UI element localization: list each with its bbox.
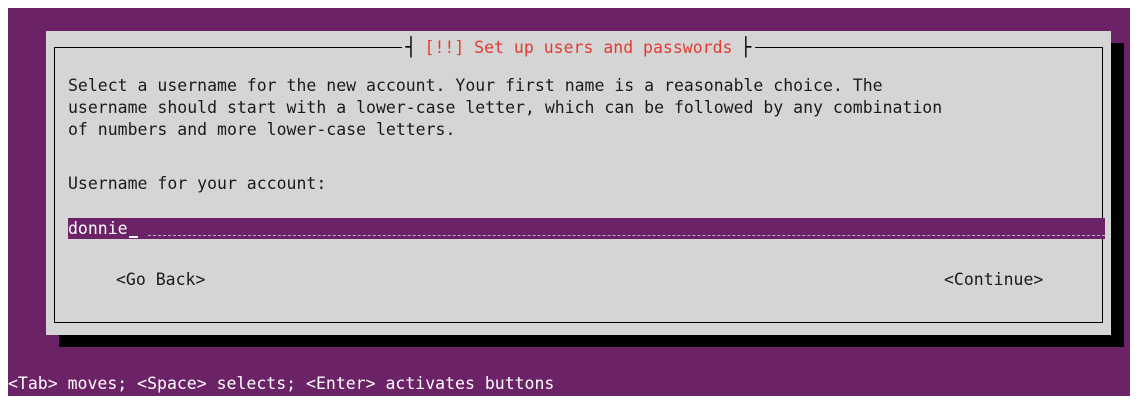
text-cursor (128, 236, 138, 238)
username-value: donnie (68, 219, 128, 238)
dialog-description: Select a username for the new account. Y… (68, 75, 1098, 141)
username-input[interactable]: donnie (68, 218, 1105, 239)
username-field-label: Username for your account: (68, 174, 327, 193)
title-right-cap: ├ (740, 37, 752, 58)
setup-users-dialog: ┤ [!!] Set up users and passwords ├ Select… (46, 31, 1111, 335)
installer-screen: ┤ [!!] Set up users and passwords ├ Select… (8, 8, 1130, 396)
description-line: Select a username for the new account. Y… (68, 76, 883, 95)
keyboard-hint: <Tab> moves; <Space> selects; <Enter> ac… (8, 374, 555, 393)
dialog-title: [!!] Set up users and passwords (424, 38, 733, 57)
input-fill-underline (148, 235, 1105, 236)
description-line: username should start with a lower-case … (68, 98, 943, 117)
dialog-title-wrap: ┤ [!!] Set up users and passwords ├ (401, 35, 756, 61)
go-back-button[interactable]: <Go Back> (116, 269, 205, 291)
dialog-title-bar: ┤ [!!] Set up users and passwords ├ (46, 35, 1111, 61)
title-left-cap: ┤ (405, 37, 417, 58)
description-line: of numbers and more lower-case letters. (68, 120, 456, 139)
continue-button[interactable]: <Continue> (944, 269, 1043, 291)
